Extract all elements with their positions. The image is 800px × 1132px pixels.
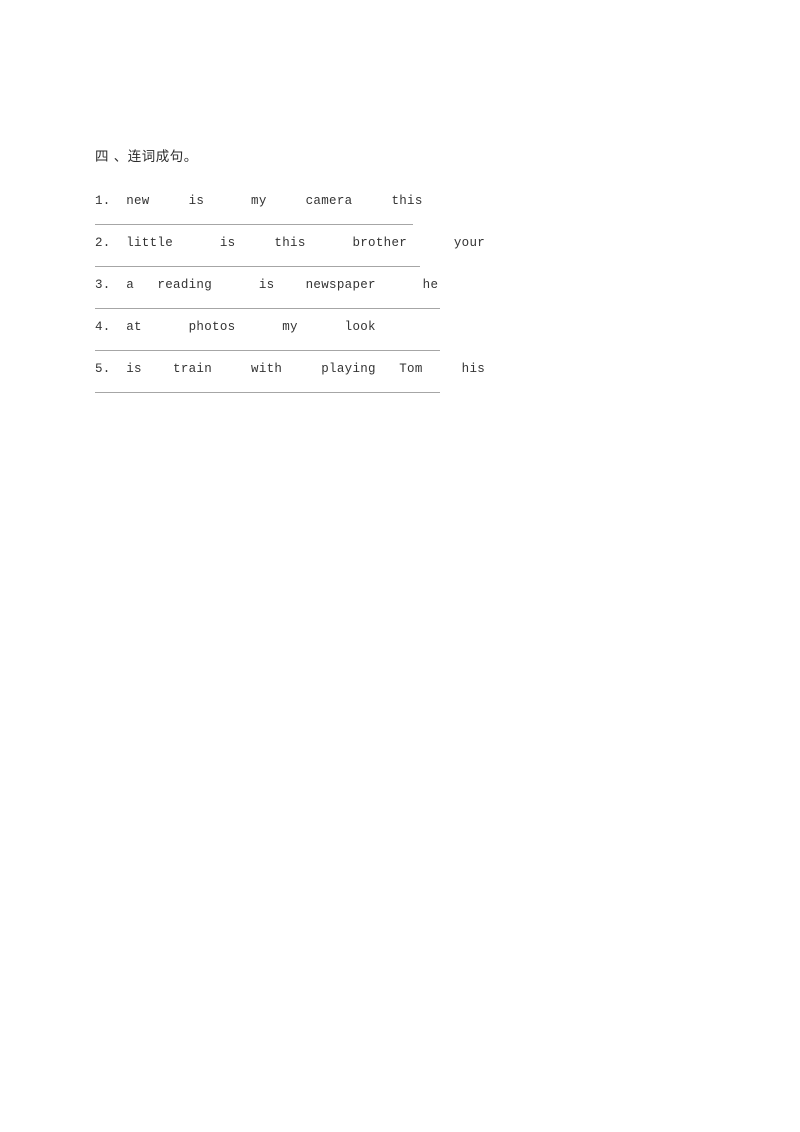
exercise-item: 1. new is my camera this <box>0 192 800 234</box>
answer-line[interactable] <box>95 392 440 393</box>
exercise-question-text: 3. a reading is newspaper he <box>95 278 439 292</box>
answer-line[interactable] <box>95 266 420 267</box>
exercise-question-text: 2. little is this brother your <box>95 236 486 250</box>
exercise-item: 3. a reading is newspaper he <box>0 276 800 318</box>
answer-line[interactable] <box>95 224 413 225</box>
exercise-item: 2. little is this brother your <box>0 234 800 276</box>
exercise-item: 4. at photos my look <box>0 318 800 360</box>
answer-line[interactable] <box>95 350 440 351</box>
exercise-item: 5. is train with playing Tom his <box>0 360 800 402</box>
section-heading: 四 、连词成句。 <box>95 149 198 165</box>
document-page: 四 、连词成句。 1. new is my camera this 2. lit… <box>0 0 800 1132</box>
exercise-question-text: 1. new is my camera this <box>95 194 423 208</box>
answer-line[interactable] <box>95 308 440 309</box>
exercise-question-text: 4. at photos my look <box>95 320 376 334</box>
exercise-question-text: 5. is train with playing Tom his <box>95 362 486 376</box>
